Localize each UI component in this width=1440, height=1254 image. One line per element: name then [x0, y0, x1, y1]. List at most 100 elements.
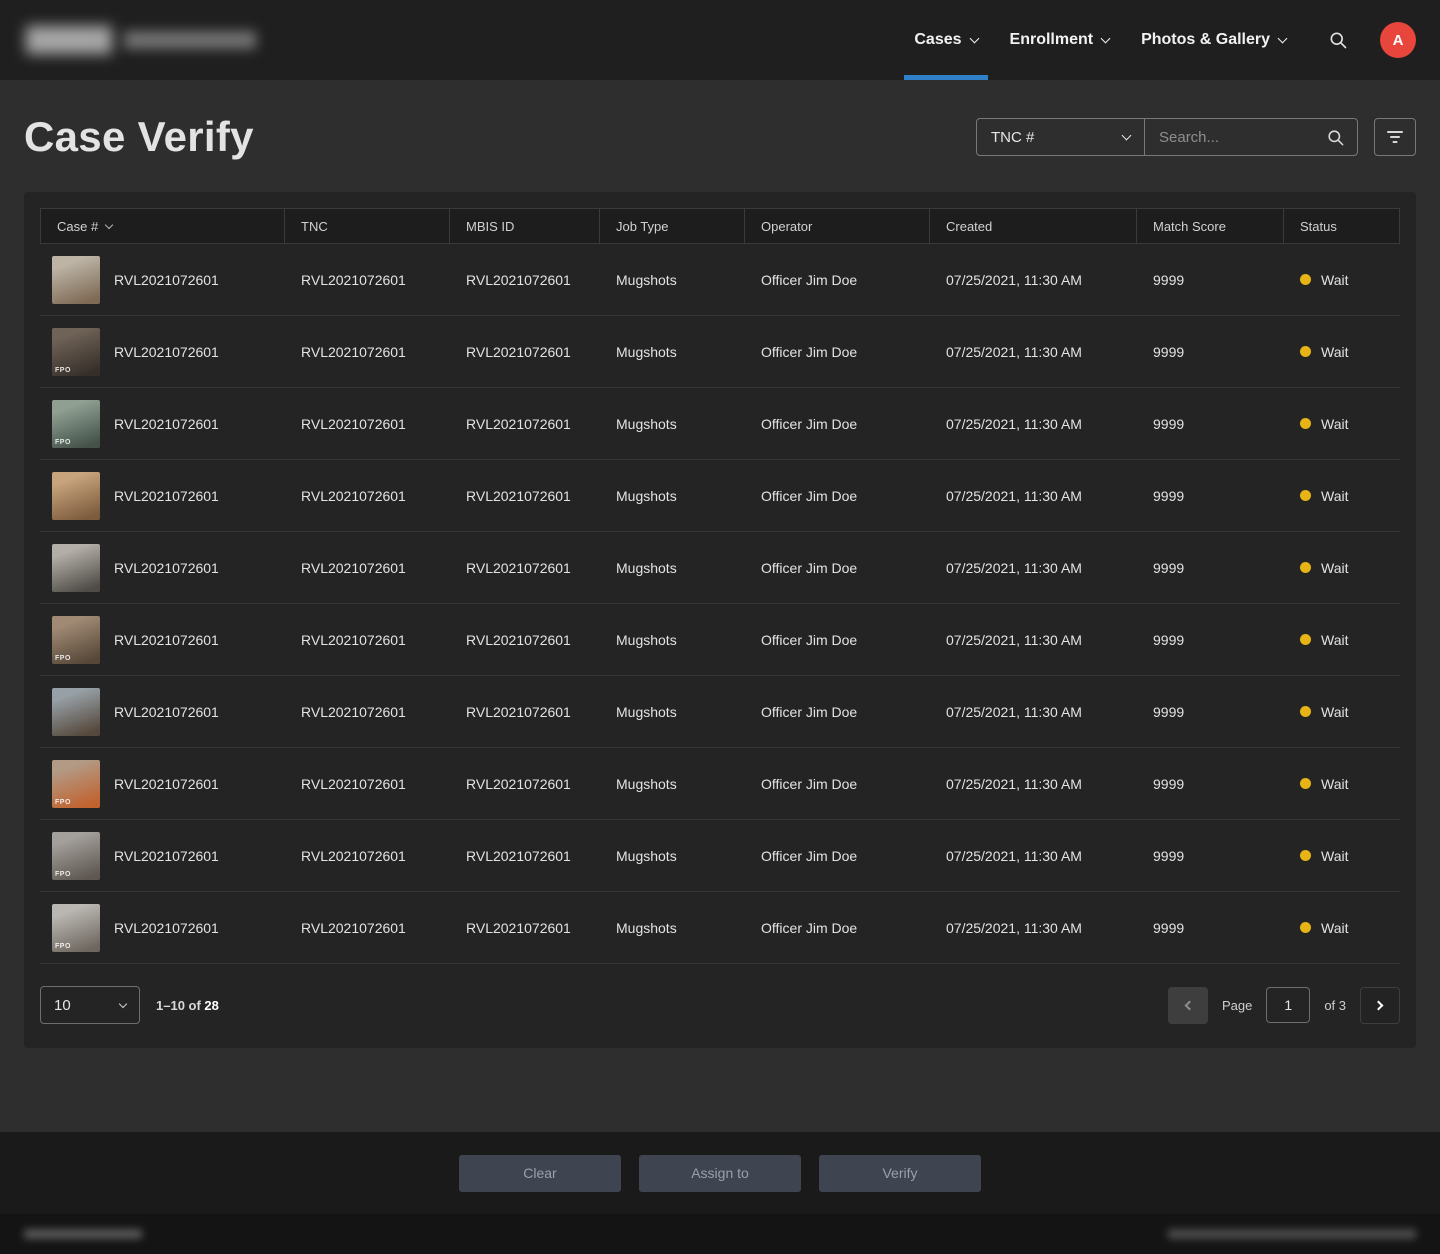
- case-number: RVL2021072601: [114, 775, 219, 792]
- table-row[interactable]: FPO RVL2021072601 RVL2021072601 RVL20210…: [40, 820, 1400, 892]
- column-header-case[interactable]: Case #: [40, 208, 285, 244]
- row-thumbnail[interactable]: [52, 543, 100, 592]
- table-row[interactable]: FPO RVL2021072601 RVL2021072601 RVL20210…: [40, 316, 1400, 388]
- filter-icon: [1387, 131, 1403, 143]
- user-avatar[interactable]: A: [1380, 22, 1416, 58]
- job-type-value: Mugshots: [616, 775, 677, 792]
- table-body: RVL2021072601 RVL2021072601 RVL202107260…: [40, 244, 1400, 964]
- page-size-select[interactable]: 10: [40, 986, 140, 1024]
- nav-search-button[interactable]: [1320, 22, 1356, 58]
- logo-redacted-block: [124, 31, 256, 49]
- status-label: Wait: [1321, 775, 1349, 792]
- table-row[interactable]: FPO RVL2021072601 RVL2021072601 RVL20210…: [40, 388, 1400, 460]
- case-number: RVL2021072601: [114, 847, 219, 864]
- chevron-left-icon: [1184, 1000, 1195, 1010]
- case-cell: FPO RVL2021072601: [40, 615, 285, 664]
- search-submit-button[interactable]: [1324, 126, 1347, 149]
- search-icon: [1328, 129, 1344, 145]
- nav-item-cases[interactable]: Cases: [904, 0, 988, 80]
- row-thumbnail[interactable]: FPO: [52, 903, 100, 952]
- case-cell: FPO RVL2021072601: [40, 327, 285, 376]
- table-row[interactable]: RVL2021072601 RVL2021072601 RVL202107260…: [40, 244, 1400, 316]
- row-thumbnail[interactable]: FPO: [52, 831, 100, 880]
- search-input[interactable]: [1159, 128, 1324, 146]
- tnc-value: RVL2021072601: [301, 343, 406, 360]
- logo-redacted-block: [26, 26, 112, 54]
- column-label: Operator: [761, 218, 813, 234]
- footer-left-redacted-text: [24, 1229, 142, 1239]
- page-label: Page: [1221, 997, 1253, 1013]
- created-value: 07/25/2021, 11:30 AM: [946, 703, 1082, 720]
- status-cell: Wait: [1284, 848, 1400, 864]
- match-score-value: 9999: [1153, 775, 1185, 792]
- page-header: Case Verify TNC #: [0, 80, 1440, 192]
- filter-button[interactable]: [1374, 118, 1416, 156]
- table-row[interactable]: FPO RVL2021072601 RVL2021072601 RVL20210…: [40, 748, 1400, 820]
- status-cell: Wait: [1284, 488, 1400, 504]
- pagination-range: 1–10 of 28: [156, 998, 219, 1013]
- column-label: Case #: [57, 218, 99, 234]
- assign-to-button[interactable]: Assign to: [639, 1154, 801, 1192]
- column-header-created[interactable]: Created: [930, 208, 1137, 244]
- case-cell: RVL2021072601: [40, 255, 285, 304]
- match-score-value: 9999: [1153, 919, 1185, 936]
- column-header-tnc[interactable]: TNC: [285, 208, 450, 244]
- verify-button[interactable]: Verify: [819, 1154, 981, 1192]
- row-thumbnail[interactable]: [52, 687, 100, 736]
- match-score-value: 9999: [1153, 559, 1185, 576]
- column-header-operator[interactable]: Operator: [745, 208, 930, 244]
- column-header-status[interactable]: Status: [1284, 208, 1400, 244]
- mbis-id-value: RVL2021072601: [466, 415, 571, 432]
- table-row[interactable]: RVL2021072601 RVL2021072601 RVL202107260…: [40, 460, 1400, 532]
- status-label: Wait: [1321, 847, 1349, 864]
- job-type-value: Mugshots: [616, 271, 677, 288]
- created-value: 07/25/2021, 11:30 AM: [946, 271, 1082, 288]
- table-row[interactable]: FPO RVL2021072601 RVL2021072601 RVL20210…: [40, 892, 1400, 964]
- mbis-id-value: RVL2021072601: [466, 703, 571, 720]
- nav-item-photos-gallery[interactable]: Photos & Gallery: [1141, 0, 1288, 80]
- match-score-value: 9999: [1153, 631, 1185, 648]
- status-label: Wait: [1321, 559, 1349, 576]
- clear-button[interactable]: Clear: [459, 1154, 621, 1192]
- match-score-value: 9999: [1153, 847, 1185, 864]
- status-cell: Wait: [1284, 920, 1400, 936]
- created-value: 07/25/2021, 11:30 AM: [946, 631, 1082, 648]
- table-row[interactable]: RVL2021072601 RVL2021072601 RVL202107260…: [40, 676, 1400, 748]
- page-size-value: 10: [54, 996, 71, 1014]
- table-header: Case # TNC MBIS ID Job Type Operator Cre…: [40, 208, 1400, 244]
- row-thumbnail[interactable]: [52, 471, 100, 520]
- page-number-input[interactable]: [1266, 987, 1311, 1023]
- range-label: 1–10 of: [156, 997, 205, 1013]
- row-thumbnail[interactable]: FPO: [52, 759, 100, 808]
- sort-chevron-icon[interactable]: [104, 220, 114, 229]
- match-score-value: 9999: [1153, 703, 1185, 720]
- row-thumbnail[interactable]: FPO: [52, 327, 100, 376]
- job-type-value: Mugshots: [616, 343, 677, 360]
- column-header-job-type[interactable]: Job Type: [600, 208, 745, 244]
- prev-page-button[interactable]: [1167, 986, 1208, 1024]
- row-thumbnail[interactable]: [52, 255, 100, 304]
- row-thumbnail[interactable]: FPO: [52, 615, 100, 664]
- status-dot: [1300, 634, 1311, 645]
- case-number: RVL2021072601: [114, 343, 219, 360]
- case-number: RVL2021072601: [114, 559, 219, 576]
- job-type-value: Mugshots: [616, 631, 677, 648]
- column-header-mbis-id[interactable]: MBIS ID: [450, 208, 600, 244]
- next-page-button[interactable]: [1360, 986, 1400, 1024]
- created-value: 07/25/2021, 11:30 AM: [946, 775, 1082, 792]
- chevron-down-icon: [969, 33, 979, 44]
- status-dot: [1300, 850, 1311, 861]
- fpo-label: FPO: [55, 942, 71, 950]
- table-row[interactable]: RVL2021072601 RVL2021072601 RVL202107260…: [40, 532, 1400, 604]
- status-dot: [1300, 706, 1311, 717]
- nav-item-enrollment[interactable]: Enrollment: [1010, 0, 1111, 80]
- tnc-value: RVL2021072601: [301, 775, 406, 792]
- column-header-match-score[interactable]: Match Score: [1137, 208, 1284, 244]
- table-row[interactable]: FPO RVL2021072601 RVL2021072601 RVL20210…: [40, 604, 1400, 676]
- search-type-dropdown[interactable]: TNC #: [977, 119, 1145, 155]
- case-number: RVL2021072601: [114, 415, 219, 432]
- row-thumbnail[interactable]: FPO: [52, 399, 100, 448]
- page-title: Case Verify: [24, 113, 254, 160]
- match-score-value: 9999: [1153, 271, 1185, 288]
- app-logo[interactable]: [24, 20, 262, 60]
